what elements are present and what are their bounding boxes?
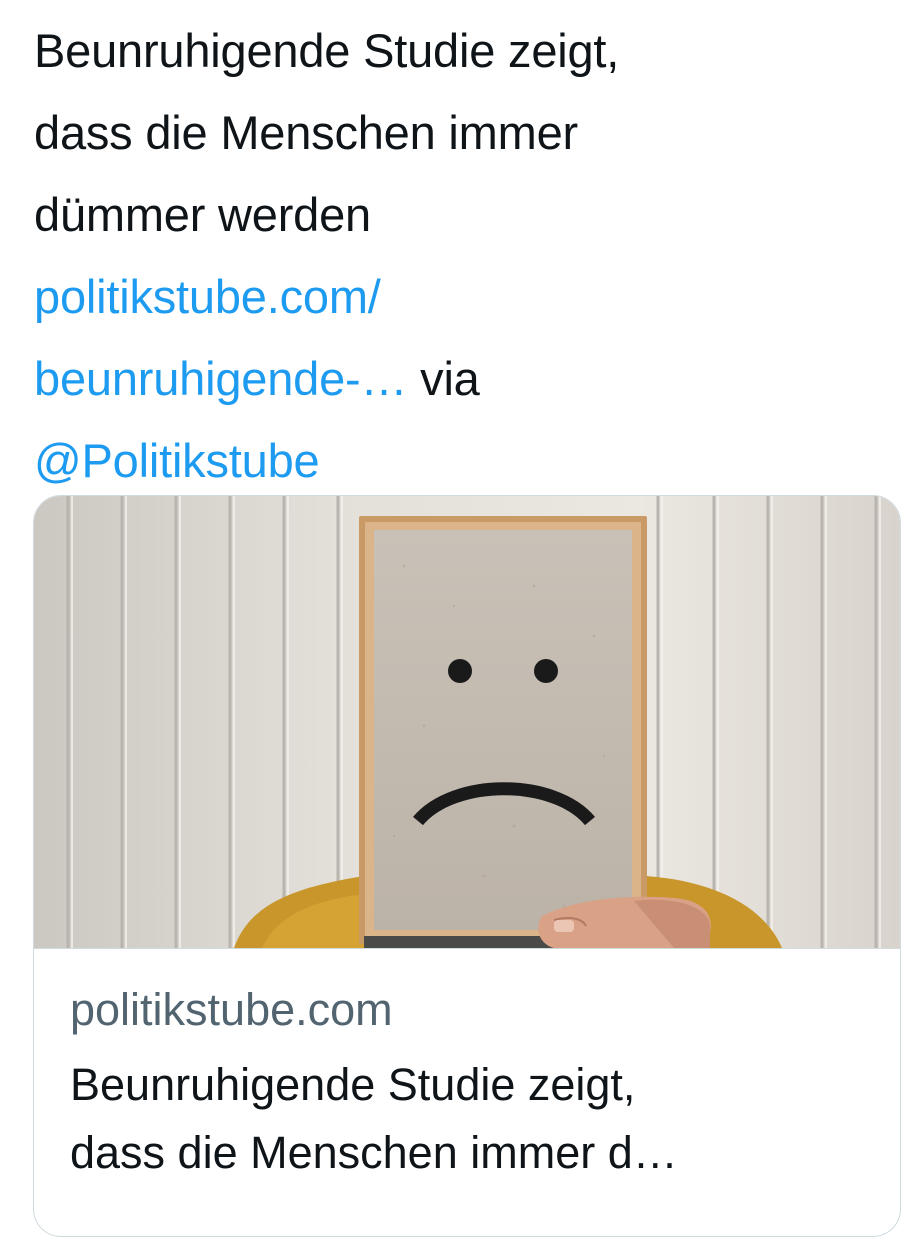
tweet-text-line: dümmer werden (34, 188, 371, 241)
mention-link[interactable]: @Politikstube (34, 434, 320, 487)
sad-face-frame-photo-icon (34, 496, 900, 948)
tweet-text-line: dass die Menschen immer (34, 106, 578, 159)
tweet-mention-line: @Politikstube (34, 420, 894, 502)
card-title-line: dass die Menschen immer d… (70, 1127, 678, 1178)
tweet-link-line: politikstube.com/ (34, 256, 894, 338)
tweet-text-line: Beunruhigende Studie zeigt, (34, 24, 620, 77)
card-title-line: Beunruhigende Studie zeigt, (70, 1059, 636, 1110)
card-title: Beunruhigende Studie zeigt, dass die Men… (70, 1051, 870, 1187)
link-preview-card[interactable]: politikstube.com Beunruhigende Studie ze… (33, 495, 901, 1237)
article-link[interactable]: politikstube.com/ (34, 270, 381, 323)
via-text: via (407, 352, 480, 405)
article-link-continued[interactable]: beunruhigende-… (34, 352, 407, 405)
card-image[interactable] (34, 496, 900, 949)
tweet: Beunruhigende Studie zeigt, dass die Men… (0, 0, 924, 1237)
tweet-text: Beunruhigende Studie zeigt, dass die Men… (34, 10, 894, 502)
card-domain: politikstube.com (70, 984, 393, 1035)
tweet-link-line: beunruhigende-… via (34, 338, 894, 420)
